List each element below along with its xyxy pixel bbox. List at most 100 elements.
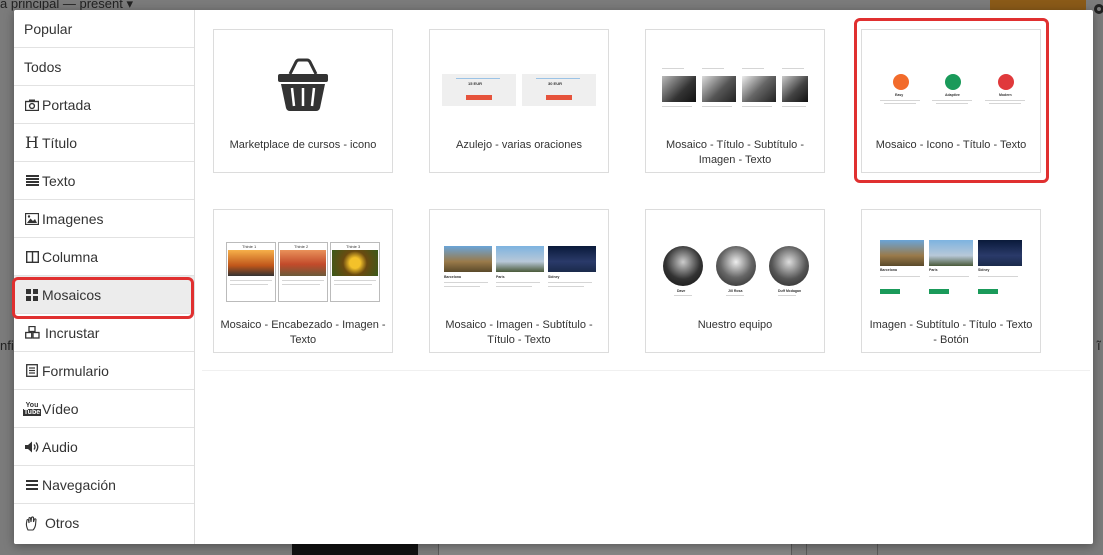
speaker-icon [24, 441, 40, 453]
card-thumbnail: Dave Jill Rosa Duff Mcdagan [656, 220, 814, 304]
sidebar-item-otros[interactable]: Otros [14, 504, 194, 542]
sidebar-item-todos[interactable]: Todos [14, 48, 194, 86]
block-card-azulejo[interactable]: 15 EUR 30 EUR Azulejo - varias oraciones [429, 29, 609, 173]
check-icon [998, 74, 1014, 90]
city-image [496, 246, 544, 272]
heading-icon: H [25, 133, 39, 152]
icon-title: Modern [999, 93, 1012, 97]
city-title: Sidney [548, 275, 560, 279]
sidebar-item-imagenes[interactable]: Imagenes [14, 200, 194, 238]
sidebar-item-navegacion[interactable]: Navegación [14, 466, 194, 504]
city-image [929, 240, 973, 266]
card-thumbnail: Thinie 1 Thinie 2 Thinie 3 [224, 220, 382, 304]
block-card-mosaico-encabezado[interactable]: Thinie 1 Thinie 2 Thinie 3 Mosaico - Enc… [213, 209, 393, 353]
sidebar-item-columna[interactable]: Columna [14, 238, 194, 276]
card-thumbnail: Barcelona Paris Sidney [440, 220, 598, 304]
background-dark-button [292, 543, 418, 555]
sidebar-item-label: Portada [42, 96, 92, 113]
sidebar-item-formulario[interactable]: Formulario [14, 352, 194, 390]
card-thumbnail: Barcelona Paris Sidney [872, 220, 1030, 304]
city-title: Paris [496, 275, 505, 279]
city-image [978, 240, 1022, 266]
sidebar-item-texto[interactable]: Texto [14, 162, 194, 200]
card-label: Mosaico - Imagen - Subtítulo - Título - … [445, 319, 593, 346]
icon-title: Adaptive [945, 93, 960, 97]
background-fragment-left: nfi [0, 338, 14, 353]
team-avatar [663, 246, 703, 286]
sidebar-item-portada[interactable]: Portada [14, 86, 194, 124]
hand-icon [24, 515, 40, 531]
gear-icon [1094, 4, 1103, 14]
tile-header: Thinie 2 [294, 244, 309, 249]
sidebar-item-popular[interactable]: Popular [14, 10, 194, 48]
team-name: Dave [677, 289, 686, 293]
category-sidebar: Popular Todos Portada H Título Texto Ima… [14, 10, 195, 544]
block-card-mosaico-titulo-imagen[interactable]: Mosaico - Título - Subtítulo - Imagen - … [645, 29, 825, 173]
card-label: Imagen - Subtítulo - Título - Texto - Bo… [869, 319, 1033, 346]
gear-icon [893, 74, 909, 90]
sidebar-item-video[interactable]: You Tube Vídeo [14, 390, 194, 428]
team-avatar [769, 246, 809, 286]
sidebar-item-mosaicos[interactable]: Mosaicos [14, 276, 194, 314]
sidebar-item-label: Todos [24, 58, 62, 75]
mobile-icon [945, 74, 961, 90]
city-title: Sidney [978, 268, 990, 272]
background-toolbar [438, 543, 792, 555]
sidebar-item-incrustar[interactable]: Incrustar [14, 314, 194, 352]
portrait-image [782, 76, 808, 102]
sidebar-item-label: Audio [42, 438, 78, 455]
card-thumbnail [224, 40, 382, 124]
city-image [548, 246, 596, 272]
form-icon [24, 364, 40, 377]
card-thumbnail: Easy Adaptive Modern [872, 40, 1030, 124]
block-picker-modal: Popular Todos Portada H Título Texto Ima… [14, 10, 1093, 544]
card-label: Nuestro equipo [697, 319, 773, 331]
block-card-mosaico-icono[interactable]: Easy Adaptive Modern Mosaico - Icono - T… [861, 29, 1041, 173]
card-label: Marketplace de cursos - icono [229, 139, 377, 151]
block-card-imagen-boton[interactable]: Barcelona Paris Sidney Imagen - Subtítul… [861, 209, 1041, 353]
team-avatar [716, 246, 756, 286]
card-label: Azulejo - varias oraciones [456, 139, 582, 151]
block-card-mosaico-imagen[interactable]: Barcelona Paris Sidney Mosaico - Imagen … [429, 209, 609, 353]
sidebar-item-titulo[interactable]: H Título [14, 124, 194, 162]
city-image [880, 240, 924, 266]
mini-button [978, 289, 998, 294]
block-gallery: Marketplace de cursos - icono 15 EUR 30 … [195, 10, 1093, 544]
background-box [806, 543, 878, 555]
sidebar-item-label: Imagenes [42, 210, 104, 227]
block-card-marketplace[interactable]: Marketplace de cursos - icono [213, 29, 393, 173]
price-text: 30 EUR [548, 81, 563, 86]
background-fragment-right: ĩ [1097, 338, 1101, 353]
sidebar-item-audio[interactable]: Audio [14, 428, 194, 466]
sidebar-item-label: Formulario [42, 362, 109, 379]
basket-icon [278, 58, 328, 111]
tile-header: Thinie 3 [346, 244, 361, 249]
image-icon [24, 212, 40, 225]
tile-image [332, 250, 378, 276]
price-text: 15 EUR [468, 81, 483, 86]
sidebar-item-label: Mosaicos [42, 286, 102, 303]
card-thumbnail [656, 40, 814, 124]
sidebar-item-label: Vídeo [42, 400, 79, 417]
sidebar-item-label: Otros [45, 515, 80, 531]
youtube-icon: You Tube [22, 401, 42, 416]
block-grid: Marketplace de cursos - icono 15 EUR 30 … [202, 19, 1090, 371]
columns-icon [24, 250, 40, 263]
sidebar-item-label: Texto [42, 172, 76, 189]
sidebar-item-label: Título [42, 134, 78, 151]
team-name: Jill Rosa [728, 289, 743, 293]
card-label: Mosaico - Icono - Título - Texto [875, 139, 1027, 151]
mini-button [880, 289, 900, 294]
portrait-image [662, 76, 696, 102]
portrait-image [742, 76, 776, 102]
camera-icon [24, 99, 40, 111]
city-title: Barcelona [880, 268, 897, 272]
team-name: Duff Mcdagan [778, 289, 802, 293]
text-lines-icon [24, 175, 40, 186]
mini-button [929, 289, 949, 294]
card-label: Mosaico - Título - Subtítulo - Imagen - … [666, 139, 804, 166]
block-card-nuestro-equipo[interactable]: Dave Jill Rosa Duff Mcdagan Nuestro equi… [645, 209, 825, 353]
menu-icon [24, 479, 40, 490]
sidebar-item-label: Columna [42, 248, 99, 265]
cubes-icon [24, 326, 40, 339]
